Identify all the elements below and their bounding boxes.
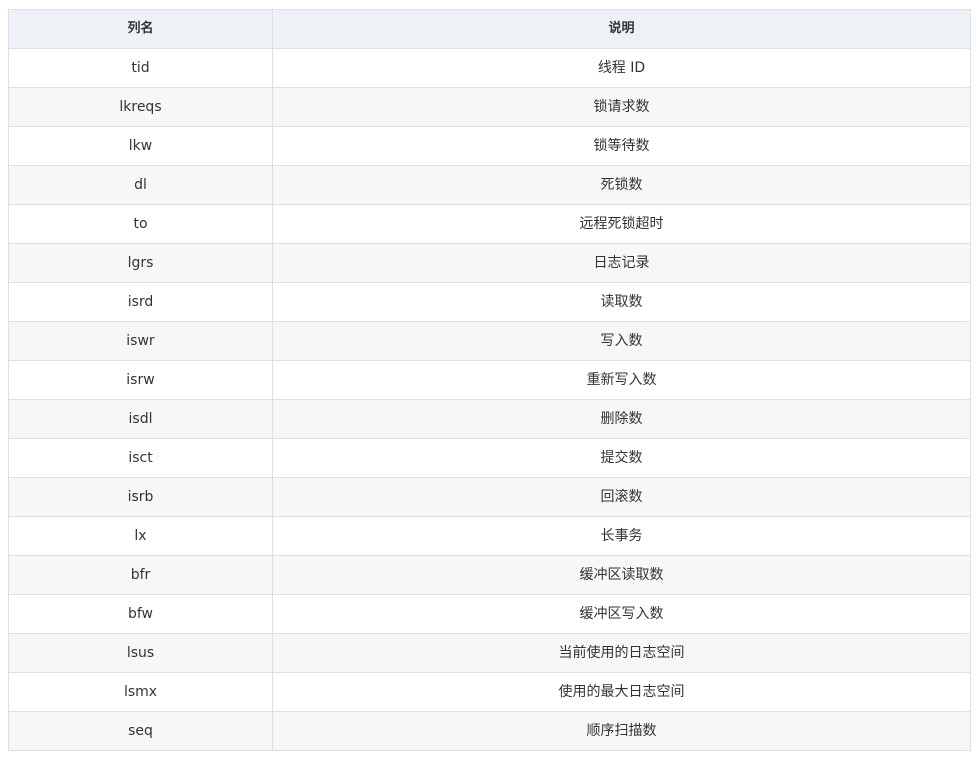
table-row: tid 线程 ID: [8, 48, 971, 88]
cell-column-name: lx: [8, 516, 273, 556]
table-row: isrw 重新写入数: [8, 360, 971, 400]
table-row: iswr 写入数: [8, 321, 971, 361]
cell-description: 回滚数: [272, 477, 971, 517]
cell-column-name: lkreqs: [8, 87, 273, 127]
cell-description: 远程死锁超时: [272, 204, 971, 244]
table-row: lkw 锁等待数: [8, 126, 971, 166]
table-row: lsus 当前使用的日志空间: [8, 633, 971, 673]
table-row: isdl 删除数: [8, 399, 971, 439]
cell-column-name: lsmx: [8, 672, 273, 712]
cell-description: 死锁数: [272, 165, 971, 205]
cell-description: 读取数: [272, 282, 971, 322]
cell-description: 线程 ID: [272, 48, 971, 88]
table-row: bfr 缓冲区读取数: [8, 555, 971, 595]
cell-description: 缓冲区写入数: [272, 594, 971, 634]
cell-description: 提交数: [272, 438, 971, 478]
cell-column-name: bfw: [8, 594, 273, 634]
table-row: bfw 缓冲区写入数: [8, 594, 971, 634]
cell-column-name: isrw: [8, 360, 273, 400]
table-row: isrd 读取数: [8, 282, 971, 322]
table-row: dl 死锁数: [8, 165, 971, 205]
table-row: isct 提交数: [8, 438, 971, 478]
cell-column-name: lgrs: [8, 243, 273, 283]
cell-column-name: seq: [8, 711, 273, 751]
cell-column-name: isdl: [8, 399, 273, 439]
cell-column-name: isrb: [8, 477, 273, 517]
table-row: lx 长事务: [8, 516, 971, 556]
cell-column-name: to: [8, 204, 273, 244]
cell-description: 日志记录: [272, 243, 971, 283]
header-description: 说明: [272, 9, 971, 49]
cell-description: 删除数: [272, 399, 971, 439]
cell-column-name: iswr: [8, 321, 273, 361]
cell-column-name: lsus: [8, 633, 273, 673]
cell-description: 顺序扫描数: [272, 711, 971, 751]
cell-description: 写入数: [272, 321, 971, 361]
cell-column-name: isrd: [8, 282, 273, 322]
cell-description: 锁等待数: [272, 126, 971, 166]
cell-column-name: lkw: [8, 126, 273, 166]
table-header-row: 列名 说明: [8, 9, 971, 49]
cell-description: 锁请求数: [272, 87, 971, 127]
table-row: seq 顺序扫描数: [8, 711, 971, 751]
cell-description: 重新写入数: [272, 360, 971, 400]
table-row: to 远程死锁超时: [8, 204, 971, 244]
header-column-name: 列名: [8, 9, 273, 49]
table-row: lkreqs 锁请求数: [8, 87, 971, 127]
cell-column-name: isct: [8, 438, 273, 478]
table-row: lgrs 日志记录: [8, 243, 971, 283]
cell-description: 当前使用的日志空间: [272, 633, 971, 673]
column-description-table: 列名 说明 tid 线程 ID lkreqs 锁请求数 lkw 锁等待数 dl …: [8, 9, 971, 751]
cell-description: 使用的最大日志空间: [272, 672, 971, 712]
cell-column-name: dl: [8, 165, 273, 205]
table-row: lsmx 使用的最大日志空间: [8, 672, 971, 712]
cell-column-name: tid: [8, 48, 273, 88]
column-description-table-container: 列名 说明 tid 线程 ID lkreqs 锁请求数 lkw 锁等待数 dl …: [8, 9, 971, 751]
table-row: isrb 回滚数: [8, 477, 971, 517]
cell-description: 长事务: [272, 516, 971, 556]
cell-description: 缓冲区读取数: [272, 555, 971, 595]
cell-column-name: bfr: [8, 555, 273, 595]
